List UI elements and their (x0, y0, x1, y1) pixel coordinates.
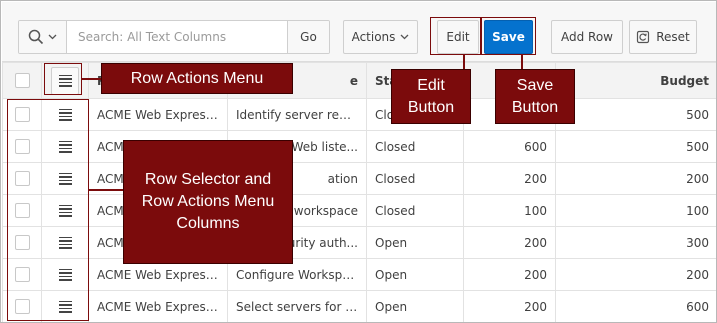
cell-cost[interactable]: 200 (463, 290, 556, 322)
cell-cost[interactable]: 200 (463, 162, 556, 195)
cell-project[interactable]: ACME Web Express C... (88, 98, 228, 131)
actions-menu-button[interactable]: Actions (343, 20, 418, 54)
row-actions-cell[interactable] (41, 98, 89, 131)
hamburger-menu-icon[interactable] (58, 139, 72, 155)
hamburger-menu-icon (58, 73, 72, 89)
cell-budget[interactable]: 100 (555, 194, 716, 227)
row-selector-cell[interactable] (2, 290, 42, 322)
grid-toolbar: Go Actions Edit Save Add Row Reset (2, 2, 716, 62)
row-selector-cell[interactable] (2, 162, 42, 195)
row-selector-cell[interactable] (2, 98, 42, 131)
table-row[interactable]: ACME Web Express C... Select servers for… (2, 290, 716, 322)
cell-cost[interactable]: 600 (463, 130, 556, 163)
column-header-budget[interactable]: Budget (555, 62, 716, 99)
hamburger-menu-icon[interactable] (58, 107, 72, 123)
hamburger-menu-icon[interactable] (58, 267, 72, 283)
actions-label: Actions (351, 30, 396, 44)
cell-budget[interactable]: 200 (555, 258, 716, 291)
save-leader-line (521, 55, 523, 69)
callout-edit-button: Edit Button (391, 69, 471, 124)
cell-status[interactable]: Closed (366, 130, 464, 163)
search-group: Go (18, 20, 330, 54)
row-actions-menu-button[interactable] (51, 66, 79, 95)
row-columns-leader-line (89, 189, 123, 191)
row-actions-cell[interactable] (41, 194, 89, 227)
table-row[interactable]: ACME t workspace Closed 100 100 (2, 194, 716, 227)
reset-label: Reset (656, 30, 690, 44)
cell-status[interactable]: Closed (366, 194, 464, 227)
cell-status[interactable]: Open (366, 226, 464, 259)
row-actions-cell[interactable] (41, 258, 89, 291)
cell-budget[interactable]: 600 (555, 290, 716, 322)
row-selector-cell[interactable] (2, 194, 42, 227)
select-all-checkbox[interactable] (14, 73, 30, 88)
table-row[interactable]: ACME Web Express C... Configure Workspac… (2, 258, 716, 291)
table-row[interactable]: ACME urity auth... Open 200 300 (2, 226, 716, 259)
cell-task[interactable]: Identify server requir... (227, 98, 367, 131)
row-checkbox[interactable] (14, 267, 30, 282)
row-checkbox[interactable] (14, 299, 30, 314)
hamburger-menu-icon[interactable] (58, 235, 72, 251)
row-selector-cell[interactable] (2, 258, 42, 291)
search-input[interactable] (68, 21, 288, 53)
cell-budget[interactable]: 300 (555, 226, 716, 259)
cell-status[interactable]: Closed (366, 162, 464, 195)
search-icon (28, 29, 44, 45)
row-actions-leader-line (82, 78, 102, 80)
interactive-grid: Go Actions Edit Save Add Row Reset (0, 0, 717, 323)
hamburger-menu-icon[interactable] (58, 171, 72, 187)
row-checkbox[interactable] (14, 203, 30, 218)
row-actions-cell[interactable] (41, 130, 89, 163)
row-actions-cell[interactable] (41, 226, 89, 259)
edit-leader-line (463, 55, 465, 69)
chevron-down-icon (48, 34, 57, 40)
row-actions-cell[interactable] (41, 290, 89, 322)
table-row[interactable]: ACME Web liste... Closed 600 500 (2, 130, 716, 163)
cell-status[interactable]: Open (366, 258, 464, 291)
row-checkbox[interactable] (14, 139, 30, 154)
row-actions-cell[interactable] (41, 162, 89, 195)
callout-row-actions-menu: Row Actions Menu (101, 63, 293, 94)
cell-cost[interactable]: 200 (463, 258, 556, 291)
cell-budget[interactable]: 500 (555, 98, 716, 131)
table-row[interactable]: ACME Web Express C... Identify server re… (2, 98, 716, 131)
go-button[interactable]: Go (287, 21, 329, 53)
search-column-menu-button[interactable] (19, 21, 67, 53)
reset-button[interactable]: Reset (629, 20, 697, 54)
cell-cost[interactable]: 100 (463, 194, 556, 227)
row-checkbox[interactable] (14, 235, 30, 250)
row-selector-cell[interactable] (2, 226, 42, 259)
cell-budget[interactable]: 500 (555, 130, 716, 163)
add-row-button[interactable]: Add Row (551, 20, 623, 54)
hamburger-menu-icon[interactable] (58, 203, 72, 219)
select-all-header[interactable] (2, 62, 42, 99)
chevron-down-icon (400, 34, 409, 40)
data-grid: P e Sta Budget ACME Web Express C... Ide… (2, 62, 716, 322)
reset-icon (637, 30, 650, 44)
row-selector-cell[interactable] (2, 130, 42, 163)
row-checkbox[interactable] (14, 171, 30, 186)
cell-task[interactable]: Select servers for De... (227, 290, 367, 322)
callout-row-selector-columns: Row Selector and Row Actions Menu Column… (123, 140, 293, 264)
callout-save-button: Save Button (495, 69, 575, 124)
cell-cost[interactable]: 200 (463, 226, 556, 259)
cell-budget[interactable]: 200 (555, 162, 716, 195)
row-checkbox[interactable] (14, 107, 30, 122)
save-button[interactable]: Save (484, 20, 533, 54)
hamburger-menu-icon[interactable] (58, 299, 72, 315)
cell-project[interactable]: ACME Web Express C... (88, 290, 228, 322)
edit-button[interactable]: Edit (437, 20, 479, 54)
cell-status[interactable]: Open (366, 290, 464, 322)
row-actions-header[interactable] (41, 62, 89, 99)
